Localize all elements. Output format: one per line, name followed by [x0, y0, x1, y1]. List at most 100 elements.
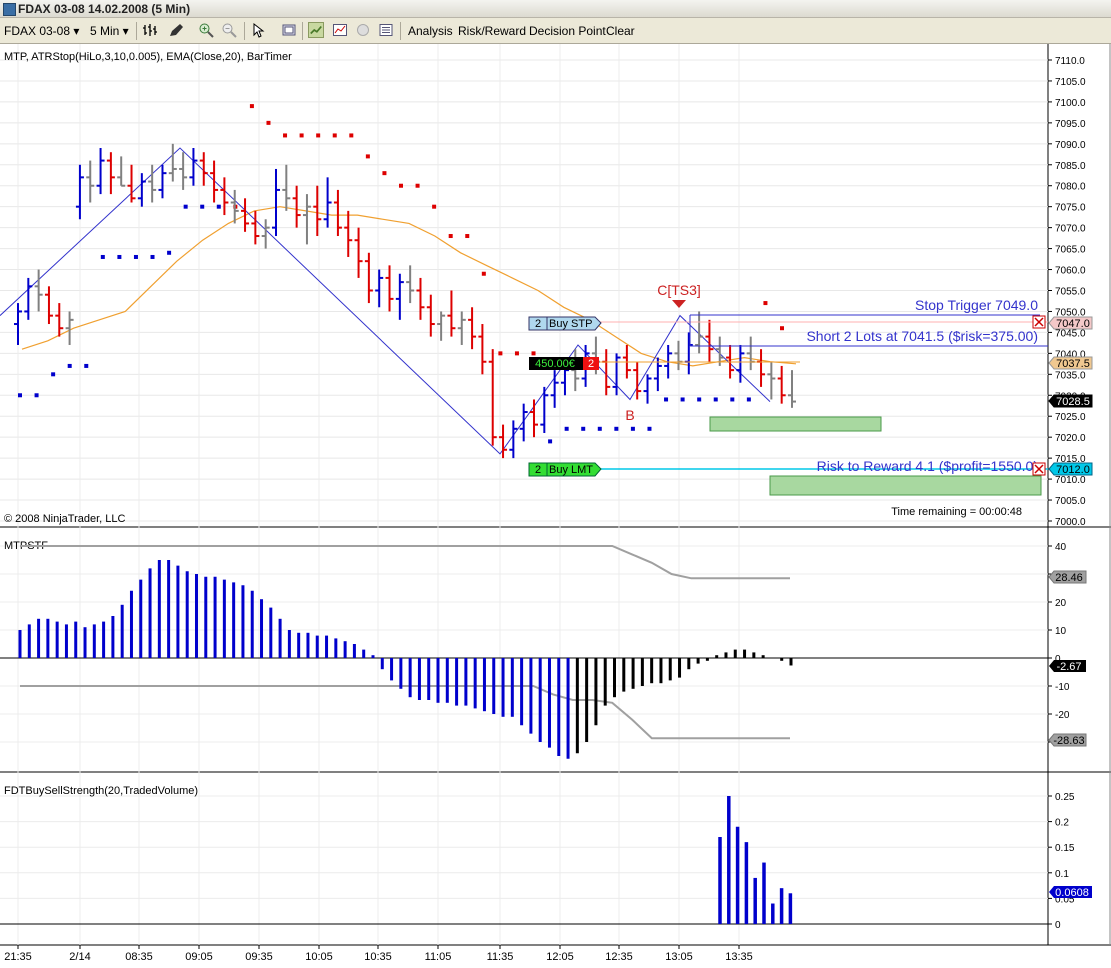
time-tick-label: 09:05	[185, 951, 213, 963]
price-tick-label: 7005.0	[1055, 496, 1086, 507]
svg-text:7012.0: 7012.0	[1056, 464, 1090, 476]
svg-text:Buy LMT: Buy LMT	[549, 464, 593, 476]
svg-text:2: 2	[535, 464, 541, 476]
close-target-icon[interactable]	[1032, 462, 1046, 476]
app-icon	[3, 3, 16, 16]
target-price-marker: 7012.0	[1048, 462, 1093, 476]
position-tag[interactable]: 450.00€ 2	[529, 357, 599, 370]
price-tick-label: 7055.0	[1055, 287, 1086, 298]
osc-upper-marker: 28.46	[1048, 570, 1087, 584]
chart-area[interactable]: MTP, ATRStop(HiLo,3,10,0.005), EMA(Close…	[0, 44, 1111, 968]
time-tick-label: 09:35	[245, 951, 273, 963]
time-tick-label: 13:05	[665, 951, 693, 963]
osc-tick-label: 20	[1055, 598, 1067, 609]
atr-stop-dot	[100, 254, 105, 259]
instrument-selector[interactable]: FDAX 03-08 ▾	[4, 18, 79, 44]
strategy-icon[interactable]	[308, 22, 324, 38]
osc-current-marker: -2.67	[1049, 660, 1086, 673]
atr-stop-dot	[481, 271, 486, 276]
menu-analysis[interactable]: Analysis	[408, 18, 453, 44]
properties-icon[interactable]	[281, 22, 297, 38]
time-tick-label: 2/14	[69, 951, 90, 963]
menu-decision-point[interactable]: Decision Point	[529, 18, 606, 44]
buy-limit-order[interactable]: 2 Buy LMT	[528, 462, 602, 477]
atr-stop-dot	[531, 351, 536, 356]
time-remaining: Time remaining = 00:00:48	[891, 506, 1022, 518]
atr-stop-dot	[117, 254, 122, 259]
price-axis[interactable]: 7110.0 7105.0 7100.0 7095.0 7090.0 7085.0 7080…	[1048, 56, 1086, 528]
volume-current-marker: 0.0608	[1049, 886, 1092, 899]
osc-tick-label: 40	[1055, 542, 1067, 553]
price-tick-label: 7085.0	[1055, 161, 1086, 172]
pen-icon[interactable]	[168, 22, 184, 38]
last-price-marker: 7028.5	[1048, 394, 1093, 408]
volume-tick-label: 0.1	[1055, 869, 1069, 880]
disabled-circle-icon[interactable]	[355, 22, 371, 38]
data-box-icon[interactable]	[378, 22, 394, 38]
atr-stop-dot	[415, 183, 420, 188]
menu-clear[interactable]: Clear	[606, 18, 635, 44]
atr-stop-dot	[51, 372, 56, 377]
svg-text:0.0608: 0.0608	[1055, 887, 1089, 899]
time-tick-label: 11:05	[425, 951, 452, 963]
price-tick-label: 7010.0	[1055, 475, 1086, 486]
svg-text:450.00€: 450.00€	[535, 358, 575, 370]
price-panel[interactable]	[0, 44, 1048, 526]
price-tick-label: 7000.0	[1055, 517, 1086, 528]
title-bar: FDAX 03-08 14.02.2008 (5 Min)	[0, 0, 1111, 18]
time-tick-label: 12:35	[605, 951, 633, 963]
stop-trigger-text: Stop Trigger 7049.0	[915, 297, 1038, 313]
ema-price-marker: 7037.5	[1048, 356, 1093, 370]
interval-selector[interactable]: 5 Min ▾	[90, 18, 129, 44]
atr-stop-dot	[780, 326, 784, 331]
buy-stop-order[interactable]: 2 Buy STP	[528, 316, 602, 331]
atr-stop-dot	[299, 133, 304, 138]
point-b-label: B	[625, 407, 634, 423]
svg-text:28.46: 28.46	[1055, 572, 1083, 584]
volume-tick-label: 0.15	[1055, 843, 1075, 854]
target-zone-2	[769, 475, 1042, 496]
time-tick-label: 10:35	[364, 951, 392, 963]
atr-stop-dot	[432, 204, 437, 209]
copyright-text: © 2008 NinjaTrader, LLC	[4, 513, 125, 525]
menu-risk-reward[interactable]: Risk/Reward	[458, 18, 526, 44]
zoom-out-icon[interactable]	[221, 22, 237, 38]
volume-axis[interactable]: 0.250.20.150.10.050	[1048, 792, 1075, 931]
price-tick-label: 7065.0	[1055, 245, 1086, 256]
short-entry-text: Short 2 Lots at 7041.5 ($risk=375.00)	[806, 328, 1038, 344]
time-axis[interactable]: 21:35 2/14 08:35 09:05 09:35 10:05 10:35 11:05 1…	[4, 945, 753, 963]
price-tick-label: 7025.0	[1055, 412, 1086, 423]
bar-type-icon[interactable]	[142, 22, 158, 38]
price-tick-label: 7110.0	[1055, 56, 1085, 67]
atr-stop-dot	[730, 397, 735, 402]
close-stop-icon[interactable]	[1032, 315, 1046, 329]
time-tick-label: 08:35	[125, 951, 153, 963]
atr-stop-dot	[548, 439, 553, 444]
price-tick-label: 7090.0	[1055, 140, 1086, 151]
atr-stop-dot	[34, 393, 39, 398]
price-tick-label: 7105.0	[1055, 77, 1086, 88]
time-tick-label: 10:05	[305, 951, 333, 963]
atr-stop-dot	[597, 426, 602, 431]
time-tick-label: 21:35	[4, 951, 32, 963]
price-tick-label: 7070.0	[1055, 224, 1086, 235]
osc-tick-label: -20	[1055, 710, 1070, 721]
atr-stop-dot	[283, 133, 288, 138]
atr-stop-dot	[316, 133, 321, 138]
price-tick-label: 7020.0	[1055, 433, 1086, 444]
volume-label: FDTBuySellStrength(20,TradedVolume)	[4, 785, 198, 797]
atr-stop-dot	[680, 397, 685, 402]
toolbar: FDAX 03-08 ▾ 5 Min ▾ Analysis Risk/Rewar…	[0, 18, 1111, 44]
interval-label: 5 Min	[90, 24, 120, 38]
atr-stop-dot	[498, 351, 503, 356]
svg-text:2: 2	[535, 318, 541, 330]
osc-upper-band	[20, 545, 790, 580]
time-tick-label: 12:05	[546, 951, 574, 963]
atr-stop-dot	[216, 204, 221, 209]
atr-stop-dot	[18, 393, 22, 398]
cursor-icon[interactable]	[250, 22, 266, 38]
atr-stop-dot	[465, 234, 470, 239]
zoom-in-icon[interactable]	[198, 22, 214, 38]
indicators-icon[interactable]	[332, 22, 348, 38]
price-tick-label: 7035.0	[1055, 370, 1086, 381]
